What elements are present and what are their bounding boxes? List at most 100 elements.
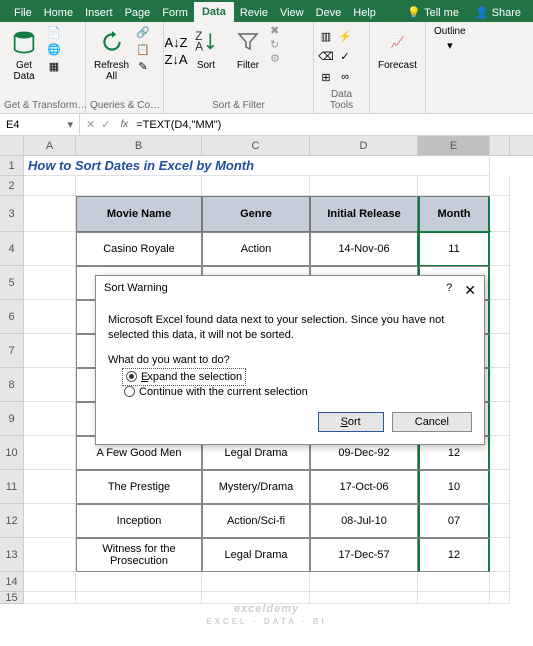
row-header[interactable]: 7 bbox=[0, 334, 24, 368]
reapply-icon[interactable]: ↻ bbox=[270, 38, 280, 51]
row-header[interactable]: 12 bbox=[0, 504, 24, 538]
sort-icon: ZA bbox=[190, 26, 222, 58]
svg-text:A: A bbox=[195, 40, 203, 54]
tab-developer[interactable]: Deve bbox=[310, 4, 348, 22]
table-cell[interactable]: 17-Oct-06 bbox=[310, 470, 418, 504]
dialog-message: Microsoft Excel found data next to your … bbox=[108, 313, 472, 344]
remove-duplicates-icon[interactable]: ⌫ bbox=[318, 49, 334, 65]
data-validation-icon[interactable]: ✓ bbox=[337, 49, 353, 65]
tab-formulas[interactable]: Form bbox=[156, 4, 194, 22]
radio-expand-selection[interactable]: Expand the selection bbox=[124, 370, 244, 384]
table-cell[interactable]: Legal Drama bbox=[202, 538, 310, 572]
row-header[interactable]: 2 bbox=[0, 176, 24, 196]
share-button[interactable]: 👤Share bbox=[469, 3, 527, 22]
table-header[interactable]: Month bbox=[418, 196, 490, 232]
consolidate-icon[interactable]: ⊞ bbox=[318, 69, 334, 85]
tab-review[interactable]: Revie bbox=[234, 4, 274, 22]
clear-filter-icon[interactable]: ✖ bbox=[270, 24, 280, 37]
table-cell[interactable]: Inception bbox=[76, 504, 202, 538]
tab-insert[interactable]: Insert bbox=[79, 4, 119, 22]
table-cell[interactable]: 14-Nov-06 bbox=[310, 232, 418, 266]
help-button[interactable]: ? bbox=[446, 282, 452, 299]
name-box[interactable]: E4▾ bbox=[0, 114, 80, 135]
row-header[interactable]: 3 bbox=[0, 196, 24, 232]
refresh-all-button[interactable]: Refresh All bbox=[90, 24, 133, 84]
properties-icon[interactable]: 📋 bbox=[135, 41, 151, 57]
col-header[interactable]: D bbox=[310, 136, 418, 155]
table-cell[interactable]: 07 bbox=[418, 504, 490, 538]
row-header[interactable]: 5 bbox=[0, 266, 24, 300]
enter-formula-icon[interactable]: ✓ bbox=[101, 118, 110, 131]
advanced-icon[interactable]: ⚙ bbox=[270, 52, 280, 65]
from-web-icon[interactable]: 🌐 bbox=[46, 41, 62, 57]
group-label: Queries & Co… bbox=[90, 98, 159, 113]
connections-icon[interactable]: 🔗 bbox=[135, 24, 151, 40]
outline-button[interactable]: Outline ▾ bbox=[430, 24, 470, 54]
table-cell[interactable]: Witness for the Prosecution bbox=[76, 538, 202, 572]
radio-continue-current[interactable]: Continue with the current selection bbox=[124, 384, 472, 400]
col-header[interactable]: C bbox=[202, 136, 310, 155]
tab-file[interactable]: File bbox=[8, 4, 38, 22]
share-icon: 👤 bbox=[475, 6, 489, 19]
from-text-icon[interactable]: 📄 bbox=[46, 24, 62, 40]
ribbon: Get Data 📄 🌐 ▦ Get & Transform… Refresh … bbox=[0, 22, 533, 114]
table-cell[interactable]: 08-Jul-10 bbox=[310, 504, 418, 538]
tell-me-button[interactable]: 💡Tell me bbox=[401, 3, 465, 22]
col-header[interactable]: E bbox=[418, 136, 490, 155]
table-cell[interactable]: The Prestige bbox=[76, 470, 202, 504]
forecast-button[interactable]: 📈 Forecast bbox=[374, 24, 421, 73]
select-all-corner[interactable] bbox=[0, 136, 24, 155]
cancel-formula-icon[interactable]: ✕ bbox=[86, 118, 95, 131]
sort-button[interactable]: ZA Sort bbox=[186, 24, 226, 73]
table-cell[interactable]: 12 bbox=[418, 538, 490, 572]
filter-button[interactable]: Filter bbox=[228, 24, 268, 73]
table-cell[interactable]: 11 bbox=[418, 232, 490, 266]
title-cell[interactable]: How to Sort Dates in Excel by Month bbox=[24, 156, 490, 176]
table-header[interactable]: Genre bbox=[202, 196, 310, 232]
row-header[interactable]: 11 bbox=[0, 470, 24, 504]
table-cell[interactable]: 10 bbox=[418, 470, 490, 504]
row-header[interactable]: 13 bbox=[0, 538, 24, 572]
sort-asc-icon[interactable]: A↓Z bbox=[168, 34, 184, 50]
lightbulb-icon: 💡 bbox=[407, 6, 421, 19]
from-table-icon[interactable]: ▦ bbox=[46, 58, 62, 74]
row-header[interactable]: 10 bbox=[0, 436, 24, 470]
table-header[interactable]: Movie Name bbox=[76, 196, 202, 232]
text-to-columns-icon[interactable]: ▥ bbox=[318, 28, 334, 44]
relationships-icon[interactable]: ∞ bbox=[337, 69, 353, 85]
edit-links-icon[interactable]: ✎ bbox=[135, 58, 151, 74]
formula-input[interactable]: =TEXT(D4,"MM") bbox=[132, 117, 533, 133]
tab-home[interactable]: Home bbox=[38, 4, 79, 22]
table-cell[interactable]: Casino Royale bbox=[76, 232, 202, 266]
cancel-button[interactable]: Cancel bbox=[392, 412, 472, 432]
table-cell[interactable]: Action/Sci-fi bbox=[202, 504, 310, 538]
fx-icon[interactable]: fx bbox=[116, 119, 132, 130]
table-cell[interactable]: Action bbox=[202, 232, 310, 266]
radio-icon bbox=[124, 386, 135, 397]
row-header[interactable]: 14 bbox=[0, 572, 24, 592]
row-header[interactable]: 9 bbox=[0, 402, 24, 436]
flash-fill-icon[interactable]: ⚡ bbox=[337, 28, 353, 44]
close-icon[interactable]: ✕ bbox=[464, 282, 476, 299]
sort-button[interactable]: Sort bbox=[318, 412, 384, 432]
tab-page[interactable]: Page bbox=[119, 4, 157, 22]
get-data-button[interactable]: Get Data bbox=[4, 24, 44, 84]
col-header[interactable]: B bbox=[76, 136, 202, 155]
group-label: Data Tools bbox=[318, 87, 365, 113]
row-header[interactable]: 6 bbox=[0, 300, 24, 334]
tab-help[interactable]: Help bbox=[347, 4, 382, 22]
row-header[interactable]: 4 bbox=[0, 232, 24, 266]
col-header[interactable] bbox=[490, 136, 510, 155]
col-header[interactable]: A bbox=[24, 136, 76, 155]
row-header[interactable]: 1 bbox=[0, 156, 24, 176]
chevron-down-icon: ▾ bbox=[447, 39, 453, 52]
tab-view[interactable]: View bbox=[274, 4, 310, 22]
row-header[interactable]: 8 bbox=[0, 368, 24, 402]
table-header[interactable]: Initial Release bbox=[310, 196, 418, 232]
chevron-down-icon[interactable]: ▾ bbox=[67, 118, 73, 131]
row-header[interactable]: 15 bbox=[0, 592, 24, 604]
sort-desc-icon[interactable]: Z↓A bbox=[168, 51, 184, 67]
tab-data[interactable]: Data bbox=[194, 2, 234, 22]
table-cell[interactable]: Mystery/Drama bbox=[202, 470, 310, 504]
table-cell[interactable]: 17-Dec-57 bbox=[310, 538, 418, 572]
